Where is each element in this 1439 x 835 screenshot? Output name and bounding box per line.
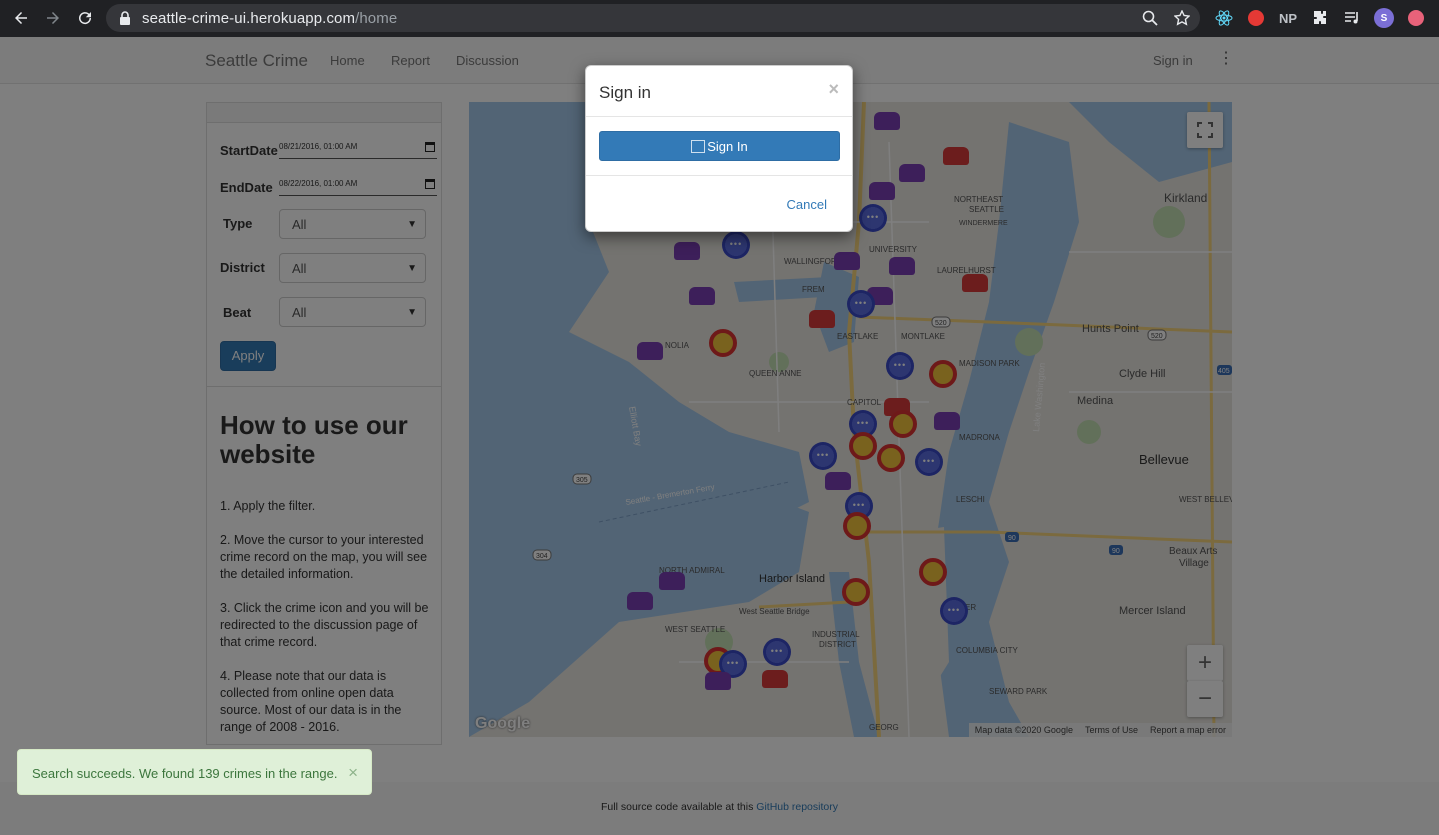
puzzle-icon[interactable] <box>1308 6 1332 30</box>
profile-avatar[interactable]: S <box>1372 6 1396 30</box>
lock-icon <box>120 11 130 25</box>
modal-title: Sign in <box>599 83 651 102</box>
zoom-icon[interactable] <box>1140 8 1160 28</box>
toast-close-icon[interactable]: × <box>348 763 358 783</box>
bookmark-star-icon[interactable] <box>1172 8 1192 28</box>
back-icon[interactable] <box>5 2 37 34</box>
browser-toolbar: seattle-crime-ui.herokuapp.com/home NP S <box>0 0 1439 37</box>
media-control-icon[interactable] <box>1340 6 1364 30</box>
divider <box>586 116 852 117</box>
address-bar[interactable]: seattle-crime-ui.herokuapp.com/home <box>106 4 1200 32</box>
broken-image-icon <box>691 139 706 153</box>
divider <box>586 175 852 176</box>
close-icon[interactable]: × <box>828 79 839 100</box>
forward-icon[interactable] <box>37 2 69 34</box>
google-sign-in-button[interactable]: Sign In <box>599 131 840 161</box>
success-toast: Search succeeds. We found 139 crimes in … <box>17 749 372 795</box>
sign-in-modal: Sign in × Sign In Cancel <box>585 65 853 232</box>
reload-icon[interactable] <box>69 2 101 34</box>
cancel-button[interactable]: Cancel <box>787 197 827 212</box>
hand-extension-icon[interactable] <box>1244 6 1268 30</box>
url-text: seattle-crime-ui.herokuapp.com/home <box>142 9 398 27</box>
pink-extension-icon[interactable] <box>1404 6 1428 30</box>
np-extension-icon[interactable]: NP <box>1276 6 1300 30</box>
toast-message: Search succeeds. We found 139 crimes in … <box>32 766 338 781</box>
react-devtools-icon[interactable] <box>1212 6 1236 30</box>
